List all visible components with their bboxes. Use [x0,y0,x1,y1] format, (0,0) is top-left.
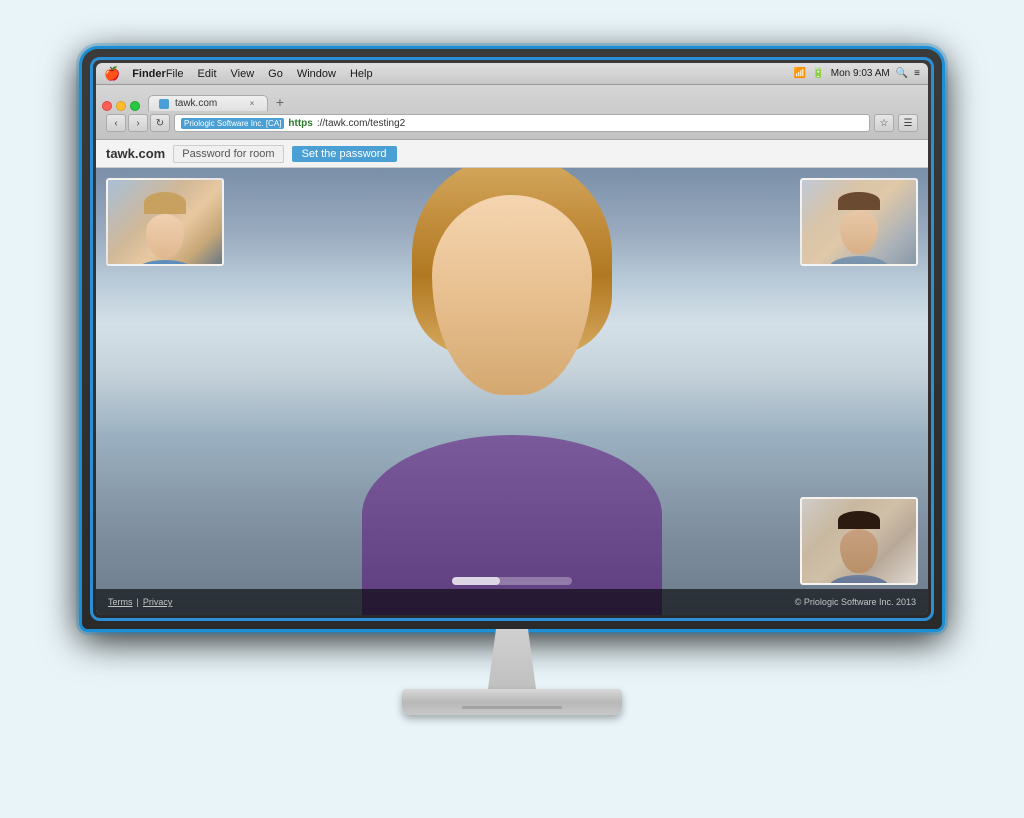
thumb-body-tl [135,260,195,266]
thumb-person-br [824,503,894,583]
privacy-link[interactable]: Privacy [143,597,173,607]
macos-menubar: 🍎 Finder File Edit View Go Window Help 📶… [96,63,928,85]
thumb-person-tr [824,184,894,264]
thumb-face-tr [840,210,878,254]
app-toolbar: tawk.com Password for room Set the passw… [96,140,928,168]
menubar-search-icon[interactable]: 🔍 [896,68,908,79]
screen-inner: 🍎 Finder File Edit View Go Window Help 📶… [96,63,928,615]
monitor-stand [402,629,622,715]
thumbnail-bottom-right [800,497,918,585]
tab-title: tawk.com [175,98,217,109]
apple-menu-icon[interactable]: 🍎 [104,66,120,82]
thumb-hair-tr [838,192,880,210]
menu-file[interactable]: File [166,68,184,80]
address-bar[interactable]: Priologic Software Inc. [CA] https ://ta… [174,114,870,132]
url-path: ://tawk.com/testing2 [317,118,405,129]
browser-nav-row: ‹ › ↻ Priologic Software Inc. [CA] https… [102,111,922,135]
reload-btn[interactable]: ↻ [150,114,170,132]
stand-neck [472,629,552,689]
menubar-battery: 🔋 [812,68,824,79]
window-close-btn[interactable] [102,101,112,111]
site-logo: tawk.com [106,146,165,161]
forward-btn[interactable]: › [128,114,148,132]
browser-menu-btn[interactable]: ☰ [898,114,918,132]
menubar-right: 📶 🔋 Mon 9:03 AM 🔍 ≡ [794,68,920,79]
window-maximize-btn[interactable] [130,101,140,111]
main-person [322,168,702,615]
person-body [362,435,662,615]
menu-view[interactable]: View [231,68,255,80]
new-tab-btn[interactable]: + [270,93,290,111]
menubar-time: Mon 9:03 AM [831,68,890,79]
url-https: https [288,118,312,129]
window-minimize-btn[interactable] [116,101,126,111]
footer-copyright: © Priologic Software Inc. 2013 [795,597,916,607]
thumb-face-tl [146,214,184,258]
menubar-items: File Edit View Go Window Help [166,68,373,80]
set-password-button[interactable]: Set the password [292,146,397,162]
ssl-badge: Priologic Software Inc. [CA] [181,118,284,129]
window-controls [102,101,140,111]
video-main-area: Terms | Privacy © Priologic Software Inc… [96,168,928,615]
thumb-hair-br [838,511,880,529]
stand-base [402,689,622,715]
thumbnail-top-left [106,178,224,266]
monitor-wrapper: 🍎 Finder File Edit View Go Window Help 📶… [82,49,942,769]
menubar-wifi: 📶 [794,68,806,79]
thumb-face-br [840,529,878,573]
menu-edit[interactable]: Edit [198,68,217,80]
thumb-hair-tl [144,192,186,214]
person-face [432,195,592,395]
thumb-body-br [829,575,889,585]
password-label: Password for room [173,145,283,163]
back-btn[interactable]: ‹ [106,114,126,132]
menubar-list-icon[interactable]: ≡ [914,68,920,79]
tab-close-btn[interactable]: × [247,99,257,109]
nav-buttons: ‹ › ↻ [106,114,170,132]
thumb-person-tl [130,184,200,264]
browser-tab[interactable]: tawk.com × [148,95,268,111]
finder-label[interactable]: Finder [132,68,166,80]
screen-container: 🍎 Finder File Edit View Go Window Help 📶… [96,63,928,615]
thumb-body-tr [829,256,889,266]
menu-go[interactable]: Go [268,68,283,80]
menu-help[interactable]: Help [350,68,373,80]
bookmark-btn[interactable]: ☆ [874,114,894,132]
browser-tabs: tawk.com × + [102,89,922,111]
terms-link[interactable]: Terms [108,597,133,607]
video-controls-bar: Terms | Privacy © Priologic Software Inc… [96,589,928,615]
browser-chrome: tawk.com × + ‹ › ↻ Priologic Sof [96,85,928,140]
footer-separator: | [137,597,139,607]
monitor-body: 🍎 Finder File Edit View Go Window Help 📶… [82,49,942,629]
tab-favicon [159,99,169,109]
thumbnail-top-right [800,178,918,266]
video-progress [452,577,572,585]
video-progress-fill [452,577,500,585]
menu-window[interactable]: Window [297,68,336,80]
footer-links: Terms | Privacy [108,597,172,607]
